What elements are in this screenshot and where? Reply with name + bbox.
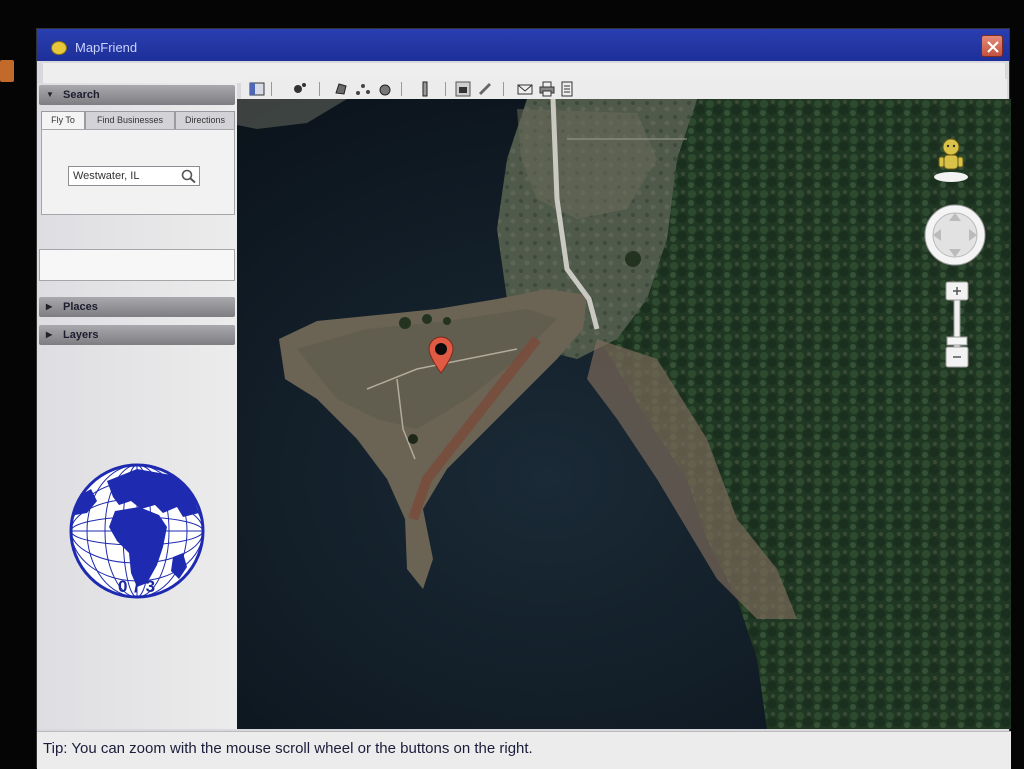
ruler-icon[interactable]	[417, 81, 433, 97]
search-form: Westwater, IL	[41, 129, 235, 215]
document-icon[interactable]	[559, 81, 575, 97]
sidebar: ▼ Search Fly To Find Businesses Directio…	[37, 83, 237, 729]
tab-fly-to[interactable]: Fly To	[41, 111, 85, 129]
mail-icon[interactable]	[517, 81, 533, 97]
collapse-triangle-icon: ▼	[46, 90, 54, 99]
zoom-slider-handle[interactable]	[946, 336, 968, 346]
expand-triangle-icon: ▶	[46, 302, 53, 311]
tip-text: Tip: You can zoom with the mouse scroll …	[43, 740, 533, 757]
layers-panel-header[interactable]: ▶ Layers	[39, 325, 235, 345]
tab-find-businesses[interactable]: Find Businesses	[85, 111, 175, 129]
toolbar-separator	[445, 82, 446, 96]
search-icon[interactable]	[180, 168, 198, 184]
toolbar-separator	[319, 82, 320, 96]
printer-icon[interactable]	[539, 81, 555, 97]
search-panel-header[interactable]: ▼ Search	[39, 85, 235, 105]
search-tabs: Fly To Find Businesses Directions	[41, 111, 235, 129]
tab-directions[interactable]: Directions	[175, 111, 235, 129]
places-panel-header[interactable]: ▶ Places	[39, 297, 235, 317]
placemark-icon[interactable]	[291, 81, 307, 97]
app-window: MapFriend ▼ Search Fly To Find Businesse…	[36, 28, 1011, 769]
title-bar: MapFriend	[37, 29, 1009, 61]
print-icon[interactable]	[455, 81, 471, 97]
location-pin-icon[interactable]	[427, 335, 455, 375]
pegman-icon[interactable]	[931, 135, 971, 183]
app-logo-icon	[51, 41, 67, 55]
toolbar-separator	[401, 82, 402, 96]
map-toolbar	[241, 79, 1007, 99]
status-bar: Tip: You can zoom with the mouse scroll …	[37, 731, 1011, 769]
globe-counter: 0 / 3	[117, 577, 157, 596]
desktop-icon-fragment	[0, 60, 14, 82]
path-icon[interactable]	[355, 81, 371, 97]
satellite-imagery	[237, 99, 1011, 729]
toolbar-separator	[503, 82, 504, 96]
satellite-map[interactable]	[237, 99, 1011, 729]
layers-panel-title: Layers	[63, 329, 99, 341]
toolbar-separator	[271, 82, 272, 96]
pan-control[interactable]	[923, 203, 987, 267]
email-icon[interactable]	[477, 81, 493, 97]
overlay-icon[interactable]	[377, 81, 393, 97]
window-title: MapFriend	[75, 40, 138, 55]
places-panel-title: Places	[63, 301, 98, 313]
search-panel-title: Search	[63, 89, 100, 101]
search-results-area[interactable]	[39, 249, 235, 281]
sidebar-toggle-icon[interactable]	[249, 81, 265, 97]
polygon-icon[interactable]	[333, 81, 349, 97]
zoom-out-button[interactable]	[945, 346, 969, 368]
expand-triangle-icon: ▶	[46, 330, 53, 339]
close-icon	[987, 41, 999, 53]
close-button[interactable]	[981, 35, 1003, 57]
zoom-control	[945, 281, 969, 368]
zoom-in-button[interactable]	[945, 281, 969, 301]
